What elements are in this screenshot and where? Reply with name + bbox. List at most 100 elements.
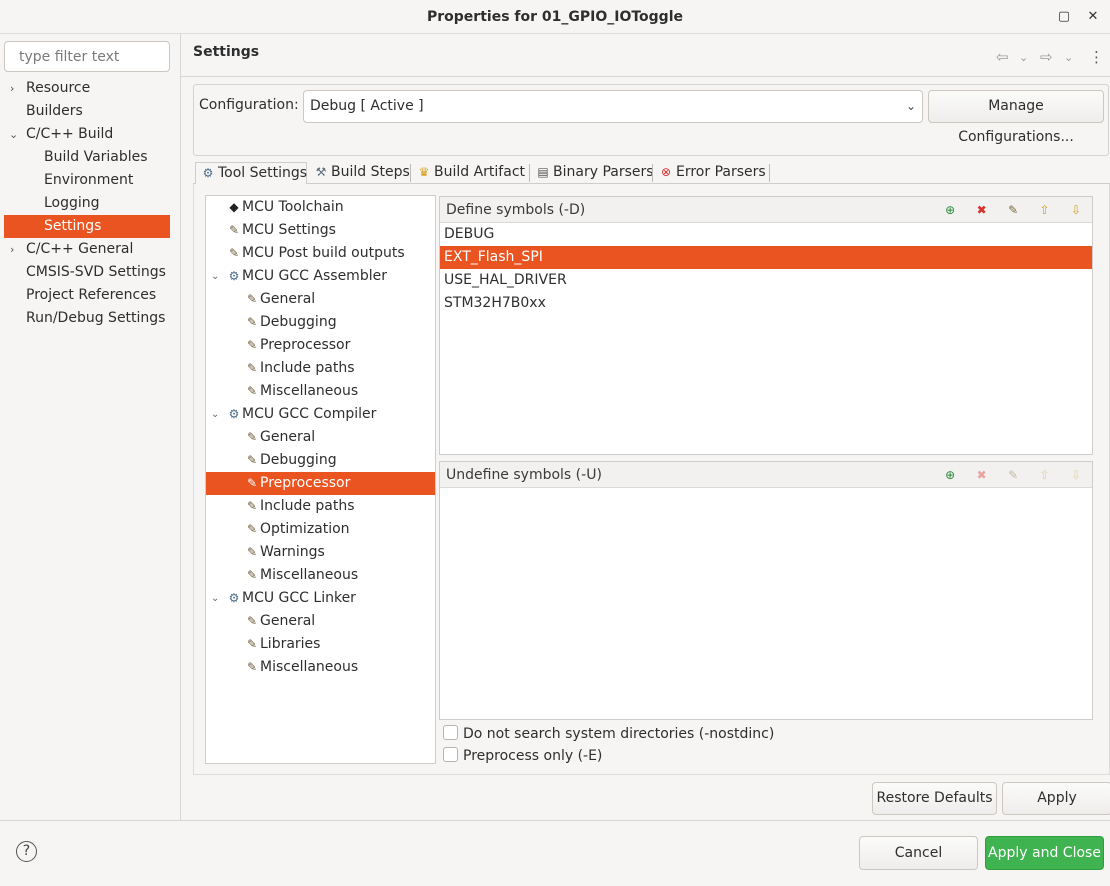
tree-item-mcu-post-build-outputs[interactable]: ✎ MCU Post build outputs <box>206 242 435 265</box>
edit-icon[interactable]: ✎ <box>1003 466 1023 484</box>
move-up-icon[interactable]: ⇧ <box>1035 201 1055 219</box>
tree-item-compiler-debugging[interactable]: ✎ Debugging <box>206 449 435 472</box>
settings-page-icon: ✎ <box>246 453 258 467</box>
error-icon: ⊗ <box>660 165 672 179</box>
tree-item-mcu-gcc-assembler[interactable]: ⌄ ⚙ MCU GCC Assembler <box>206 265 435 288</box>
view-menu-icon[interactable]: ⋮ <box>1089 48 1104 66</box>
move-up-icon[interactable]: ⇧ <box>1035 466 1055 484</box>
nav-item-logging[interactable]: Logging <box>4 192 170 215</box>
tree-item-compiler-preprocessor[interactable]: ✎ Preprocessor <box>206 472 435 495</box>
build-steps-icon: ⚒ <box>315 165 327 179</box>
preprocess-only-checkbox[interactable] <box>443 747 458 762</box>
tree-item-compiler-optimization[interactable]: ✎ Optimization <box>206 518 435 541</box>
chevron-down-icon[interactable]: ⌄ <box>211 403 219 426</box>
back-arrow-icon[interactable]: ⇦ <box>996 48 1009 66</box>
tree-item-assembler-general[interactable]: ✎ General <box>206 288 435 311</box>
define-symbol-row[interactable]: USE_HAL_DRIVER <box>440 269 1092 292</box>
apply-button[interactable]: Apply <box>1002 782 1110 815</box>
trophy-icon: ♛ <box>418 165 430 179</box>
tab-separator <box>410 164 411 182</box>
tree-item-linker-general[interactable]: ✎ General <box>206 610 435 633</box>
tree-item-mcu-gcc-linker[interactable]: ⌄ ⚙ MCU GCC Linker <box>206 587 435 610</box>
back-dropdown-icon[interactable]: ⌄ <box>1019 51 1028 64</box>
nav-item-run-debug-settings[interactable]: Run/Debug Settings <box>4 307 170 330</box>
tab-binary-parsers[interactable]: ▤ Binary Parsers <box>531 162 653 184</box>
cancel-button[interactable]: Cancel <box>859 836 978 870</box>
settings-page-icon: ✎ <box>246 384 258 398</box>
tab-build-steps[interactable]: ⚒ Build Steps <box>309 162 411 184</box>
close-button[interactable]: ✕ <box>1083 7 1103 27</box>
manage-configurations-button[interactable]: Manage Configurations... <box>928 90 1104 145</box>
tree-item-assembler-include-paths[interactable]: ✎ Include paths <box>206 357 435 380</box>
nostdinc-checkbox[interactable] <box>443 725 458 740</box>
nostdinc-option[interactable]: Do not search system directories (-nostd… <box>443 724 774 744</box>
nav-item-builders[interactable]: Builders <box>4 100 170 123</box>
header-separator <box>181 76 1110 77</box>
left-divider <box>180 34 181 820</box>
settings-page-icon: ✎ <box>246 338 258 352</box>
apply-and-close-button[interactable]: Apply and Close <box>985 836 1104 870</box>
add-icon[interactable]: ⊕ <box>940 466 960 484</box>
settings-page-icon: ✎ <box>246 430 258 444</box>
chip-icon: ◆ <box>229 200 239 214</box>
help-icon[interactable]: ? <box>16 841 37 862</box>
nav-item-cpp-general[interactable]: › C/C++ General <box>4 238 170 261</box>
forward-arrow-icon[interactable]: ⇨ <box>1040 48 1053 66</box>
configuration-select[interactable]: Debug [ Active ] ⌄ <box>303 90 923 123</box>
chevron-down-icon[interactable]: ⌄ <box>211 587 219 610</box>
move-down-icon[interactable]: ⇩ <box>1066 201 1086 219</box>
define-symbols-header: Define symbols (-D) ⊕ ✖ ✎ ⇧ ⇩ <box>440 197 1092 223</box>
edit-icon[interactable]: ✎ <box>1003 201 1023 219</box>
window-title: Properties for 01_GPIO_IOToggle <box>427 9 683 25</box>
nav-item-build-variables[interactable]: Build Variables <box>4 146 170 169</box>
tab-tool-settings[interactable]: ⚙ Tool Settings <box>195 162 307 184</box>
settings-page-icon: ✎ <box>246 522 258 536</box>
nav-item-project-references[interactable]: Project References <box>4 284 170 307</box>
chevron-down-icon[interactable]: ⌄ <box>9 123 18 146</box>
tree-item-linker-libraries[interactable]: ✎ Libraries <box>206 633 435 656</box>
tree-item-assembler-debugging[interactable]: ✎ Debugging <box>206 311 435 334</box>
binary-parser-icon: ▤ <box>537 165 549 179</box>
tab-separator <box>769 164 770 182</box>
configuration-label: Configuration: <box>199 97 299 113</box>
undefine-symbols-panel <box>439 461 1093 720</box>
settings-page-icon: ✎ <box>246 499 258 513</box>
nav-item-settings[interactable]: Settings <box>4 215 170 238</box>
nav-item-environment[interactable]: Environment <box>4 169 170 192</box>
move-down-icon[interactable]: ⇩ <box>1066 466 1086 484</box>
nav-item-cpp-build[interactable]: ⌄ C/C++ Build <box>4 123 170 146</box>
nav-item-cmsis-svd[interactable]: CMSIS-SVD Settings <box>4 261 170 284</box>
chevron-right-icon[interactable]: › <box>10 238 14 261</box>
chevron-down-icon[interactable]: ⌄ <box>211 265 219 288</box>
tree-item-compiler-general[interactable]: ✎ General <box>206 426 435 449</box>
tree-item-mcu-settings[interactable]: ✎ MCU Settings <box>206 219 435 242</box>
define-symbol-row[interactable]: DEBUG <box>440 223 1092 246</box>
preprocess-only-option[interactable]: Preprocess only (-E) <box>443 746 602 766</box>
tree-item-mcu-gcc-compiler[interactable]: ⌄ ⚙ MCU GCC Compiler <box>206 403 435 426</box>
define-symbol-row[interactable]: STM32H7B0xx <box>440 292 1092 315</box>
forward-dropdown-icon[interactable]: ⌄ <box>1064 51 1073 64</box>
tool-icon: ⚙ <box>228 269 240 283</box>
tree-item-mcu-toolchain[interactable]: ◆ MCU Toolchain <box>206 196 435 219</box>
configuration-value: Debug [ Active ] <box>310 98 424 114</box>
minimize-button[interactable]: ▢ <box>1054 7 1074 27</box>
tree-item-assembler-preprocessor[interactable]: ✎ Preprocessor <box>206 334 435 357</box>
nav-item-resource[interactable]: › Resource <box>4 77 170 100</box>
filter-input[interactable] <box>4 41 170 72</box>
delete-icon[interactable]: ✖ <box>972 466 992 484</box>
tree-item-compiler-warnings[interactable]: ✎ Warnings <box>206 541 435 564</box>
tree-item-compiler-include-paths[interactable]: ✎ Include paths <box>206 495 435 518</box>
settings-page-icon: ✎ <box>246 292 258 306</box>
settings-page-icon: ✎ <box>246 614 258 628</box>
tab-error-parsers[interactable]: ⊗ Error Parsers <box>654 162 770 184</box>
delete-icon[interactable]: ✖ <box>972 201 992 219</box>
tree-item-assembler-miscellaneous[interactable]: ✎ Miscellaneous <box>206 380 435 403</box>
add-icon[interactable]: ⊕ <box>940 201 960 219</box>
restore-defaults-button[interactable]: Restore Defaults <box>872 782 997 815</box>
tree-item-compiler-miscellaneous[interactable]: ✎ Miscellaneous <box>206 564 435 587</box>
chevron-right-icon[interactable]: › <box>10 77 14 100</box>
define-symbol-row[interactable]: EXT_Flash_SPI <box>440 246 1092 269</box>
tree-item-linker-miscellaneous[interactable]: ✎ Miscellaneous <box>206 656 435 679</box>
tool-icon: ⚙ <box>228 591 240 605</box>
tab-build-artifact[interactable]: ♛ Build Artifact <box>412 162 530 184</box>
